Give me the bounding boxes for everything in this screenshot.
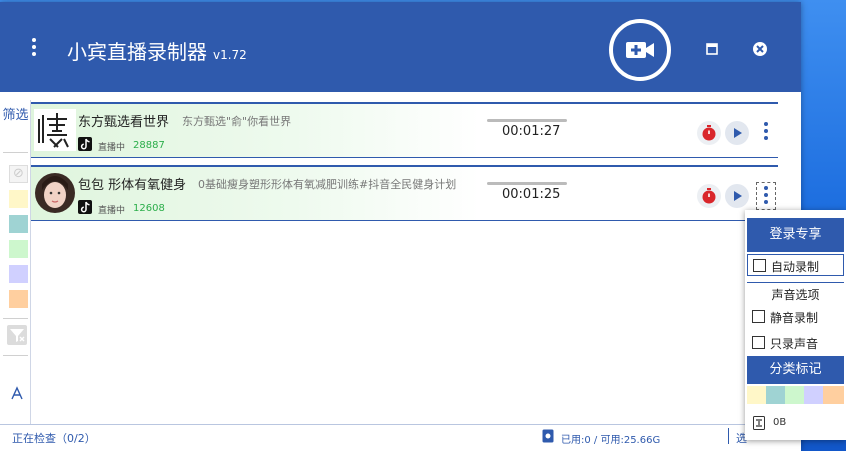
status-bar: 正在检查（0/2） 已用:0 / 可用:25.66G 选 (0, 424, 801, 451)
close-icon (753, 42, 767, 56)
east-buy-logo (34, 109, 76, 151)
color-filter-yellow[interactable] (9, 190, 28, 208)
add-recording-button[interactable] (609, 19, 671, 81)
more-dot (764, 136, 768, 140)
clear-filter-button[interactable] (7, 325, 27, 345)
sidebar-divider (3, 318, 28, 319)
live-status: 直播中 (98, 206, 126, 216)
color-filter-orange[interactable] (9, 290, 28, 308)
recording-timer: 00:01:27 (502, 124, 561, 139)
title-bar: 小宾直播录制器 v1.72 (0, 2, 801, 92)
tiktok-icon (78, 200, 92, 214)
play-button[interactable] (725, 184, 749, 208)
file-size-icon (753, 416, 765, 430)
stream-row[interactable]: 包包 形体有氧健身 0基础瘦身塑形形体有氧减肥训练#抖音全民健身计划 直播中 1… (31, 165, 778, 221)
color-filter-teal[interactable] (9, 215, 28, 233)
status-divider (728, 428, 729, 444)
sort-button[interactable] (8, 383, 26, 403)
disk-usage: 已用:0 / 可用:25.66G (561, 435, 661, 446)
more-dot (764, 122, 768, 126)
sort-icon (11, 386, 23, 400)
timer-icon (702, 125, 716, 141)
file-size: 0B (773, 417, 787, 428)
fitness-avatar (35, 173, 75, 213)
schedule-button[interactable] (697, 121, 721, 145)
category-color-orange[interactable] (823, 386, 844, 404)
checkbox-box (752, 310, 765, 323)
color-filter-lavender[interactable] (9, 265, 28, 283)
maximize-button[interactable] (704, 41, 720, 57)
color-filter-none[interactable]: ⊘ (9, 165, 28, 183)
sound-options-heading: 声音选项 (747, 282, 844, 303)
viewer-count: 28887 (133, 140, 165, 151)
schedule-button[interactable] (697, 184, 721, 208)
disk-icon (542, 429, 554, 443)
more-dot (764, 200, 768, 204)
viewer-count: 12608 (133, 203, 165, 214)
streamer-avatar (34, 109, 76, 151)
app-title: 小宾直播录制器 v1.72 (67, 36, 247, 65)
menu-dot (32, 38, 36, 42)
category-color-teal[interactable] (766, 386, 785, 404)
funnel-x-icon (10, 329, 25, 342)
checkbox-box (753, 259, 766, 272)
filter-label[interactable]: 筛选 (0, 106, 31, 126)
more-options-button[interactable] (756, 182, 776, 210)
timer-icon (702, 188, 716, 204)
login-exclusive-header[interactable]: 登录专享 (747, 218, 844, 252)
play-button[interactable] (725, 121, 749, 145)
stream-row[interactable]: 东方甄选看世界 东方甄选"俞"你看世界 直播中 28887 00:01:27 (31, 102, 778, 158)
stream-description: 东方甄选"俞"你看世界 (182, 115, 292, 128)
more-dot (764, 129, 768, 133)
app-name: 小宾直播录制器 (67, 40, 207, 64)
stream-context-menu: 登录专享 自动录制 声音选项 静音录制 只录声音 分类标记 0B (745, 210, 846, 440)
menu-dot (32, 45, 36, 49)
filter-sidebar: 筛选 ⊘ (0, 100, 31, 426)
category-color-green[interactable] (785, 386, 804, 404)
auto-record-label: 自动录制 (771, 260, 820, 274)
sidebar-divider (3, 152, 28, 153)
check-status: 正在检查（0/2） (12, 432, 96, 445)
recording-progress (487, 119, 567, 122)
maximize-icon (706, 43, 718, 55)
auto-record-checkbox[interactable]: 自动录制 (747, 254, 844, 276)
app-version: v1.72 (213, 48, 247, 62)
menu-button[interactable] (24, 36, 44, 58)
audio-only-label: 只录声音 (770, 337, 819, 351)
menu-dot (32, 52, 36, 56)
close-button[interactable] (751, 40, 769, 58)
category-mark-heading: 分类标记 (747, 356, 844, 384)
color-filter-green[interactable] (9, 240, 28, 258)
stream-title: 包包 形体有氧健身 (78, 178, 187, 193)
more-dot (764, 186, 768, 190)
play-icon (734, 128, 742, 138)
more-options-button[interactable] (756, 119, 776, 147)
live-status: 直播中 (98, 143, 126, 153)
app-window: 小宾直播录制器 v1.72 筛选 ⊘ 东方甄选看世界 东方甄选"俞"你看世界 直… (0, 2, 801, 451)
add-video-icon (626, 42, 654, 58)
streamer-avatar (34, 172, 76, 214)
audio-only-checkbox[interactable]: 只录声音 (747, 332, 844, 354)
mute-record-checkbox[interactable]: 静音录制 (747, 306, 844, 328)
stream-title: 东方甄选看世界 (78, 115, 170, 130)
category-color-lavender[interactable] (804, 386, 823, 404)
sidebar-divider (3, 355, 28, 356)
category-color-yellow[interactable] (747, 386, 766, 404)
play-icon (734, 191, 742, 201)
checkbox-box (752, 336, 765, 349)
mute-record-label: 静音录制 (770, 311, 819, 325)
tiktok-icon (78, 137, 92, 151)
recording-progress (487, 182, 567, 185)
more-dot (764, 193, 768, 197)
stream-description: 0基础瘦身塑形形体有氧减肥训练#抖音全民健身计划 (198, 178, 457, 191)
recording-timer: 00:01:25 (502, 187, 561, 202)
